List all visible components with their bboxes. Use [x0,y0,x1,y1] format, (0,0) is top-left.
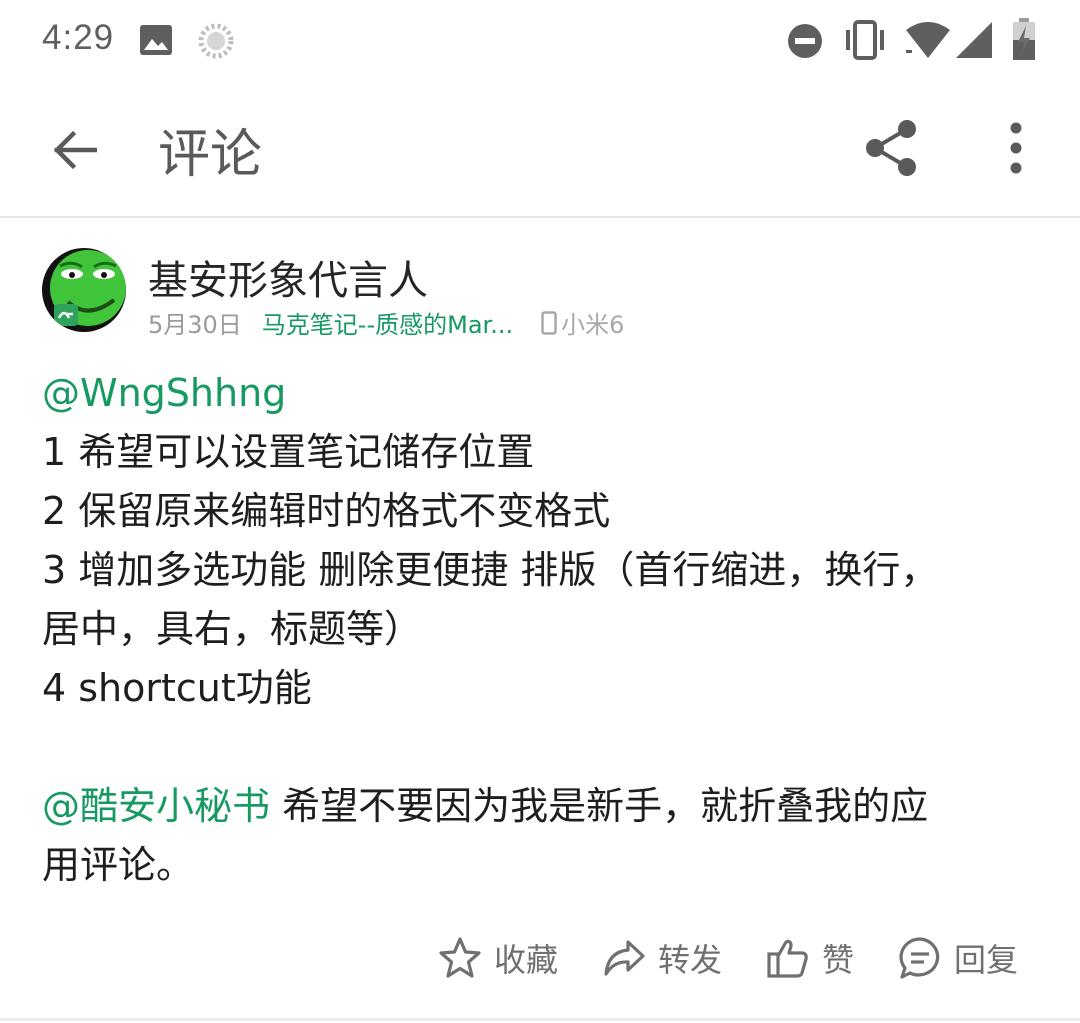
favorite-button[interactable]: 收藏 [438,935,558,981]
mention-link[interactable]: @酷安小秘书 [42,784,270,828]
star-icon [439,937,481,978]
device-name: 小米6 [561,311,625,339]
vibrate-icon [842,20,888,64]
reply-button[interactable]: 回复 [898,935,1018,981]
app-link[interactable]: 马克笔记--质感的Mar... [262,305,513,340]
loading-icon [197,22,235,64]
comment-line: 3 增加多选功能 删除更便捷 排版（首行缩进，换行， [42,548,939,592]
share-icon [866,120,916,176]
like-label: 赞 [821,941,854,979]
comment-line: 居中，具右，标题等） [42,607,423,651]
reply-label: 回复 [953,941,1018,979]
like-button[interactable]: 赞 [766,935,854,981]
comment-text: 希望不要因为我是新手，就折叠我的应 [270,784,929,828]
comment-line: 用评论。 [42,843,195,887]
action-bar: 收藏 转发 赞 回复 [394,930,1018,986]
thumbs-up-icon [767,939,808,978]
share-button[interactable] [862,118,920,178]
user-name[interactable]: 基安形象代言人 [148,248,428,306]
wifi-icon [904,20,952,64]
comment-meta: 5月30日 马克笔记--质感的Mar... 小米6 [148,305,624,340]
device-info: 小米6 [541,305,624,340]
image-icon [138,22,174,62]
phone-icon [541,310,557,335]
do-not-disturb-icon [786,22,824,64]
comment-line: 1 希望可以设置笔记储存位置 [42,430,535,474]
battery-icon [1010,18,1038,66]
favorite-label: 收藏 [493,941,558,979]
comment-line: 2 保留原来编辑时的格式不变格式 [42,489,611,533]
comment-date: 5月30日 [148,311,242,339]
status-time: 4:29 [42,18,115,57]
forward-icon [604,940,645,976]
forward-button[interactable]: 转发 [602,935,722,981]
forward-label: 转发 [657,941,722,979]
comment-line: 4 shortcut功能 [42,666,312,710]
page-title: 评论 [158,125,263,185]
more-vert-icon [1010,122,1022,174]
divider [0,1018,1080,1021]
signal-icon [954,20,994,64]
comment-body: @WngShhng 1 希望可以设置笔记储存位置 2 保留原来编辑时的格式不变格… [42,364,1042,895]
avatar[interactable] [42,248,126,332]
reply-icon [899,937,940,979]
mention-link[interactable]: @WngShhng [42,364,1042,423]
arrow-back-icon [53,130,97,170]
app-bar: 评论 [0,82,1080,218]
more-options-button[interactable] [992,118,1040,178]
status-bar: 4:29 [0,0,1080,82]
back-button[interactable] [44,122,104,178]
comment-line: @酷安小秘书 希望不要因为我是新手，就折叠我的应 [42,777,1042,836]
